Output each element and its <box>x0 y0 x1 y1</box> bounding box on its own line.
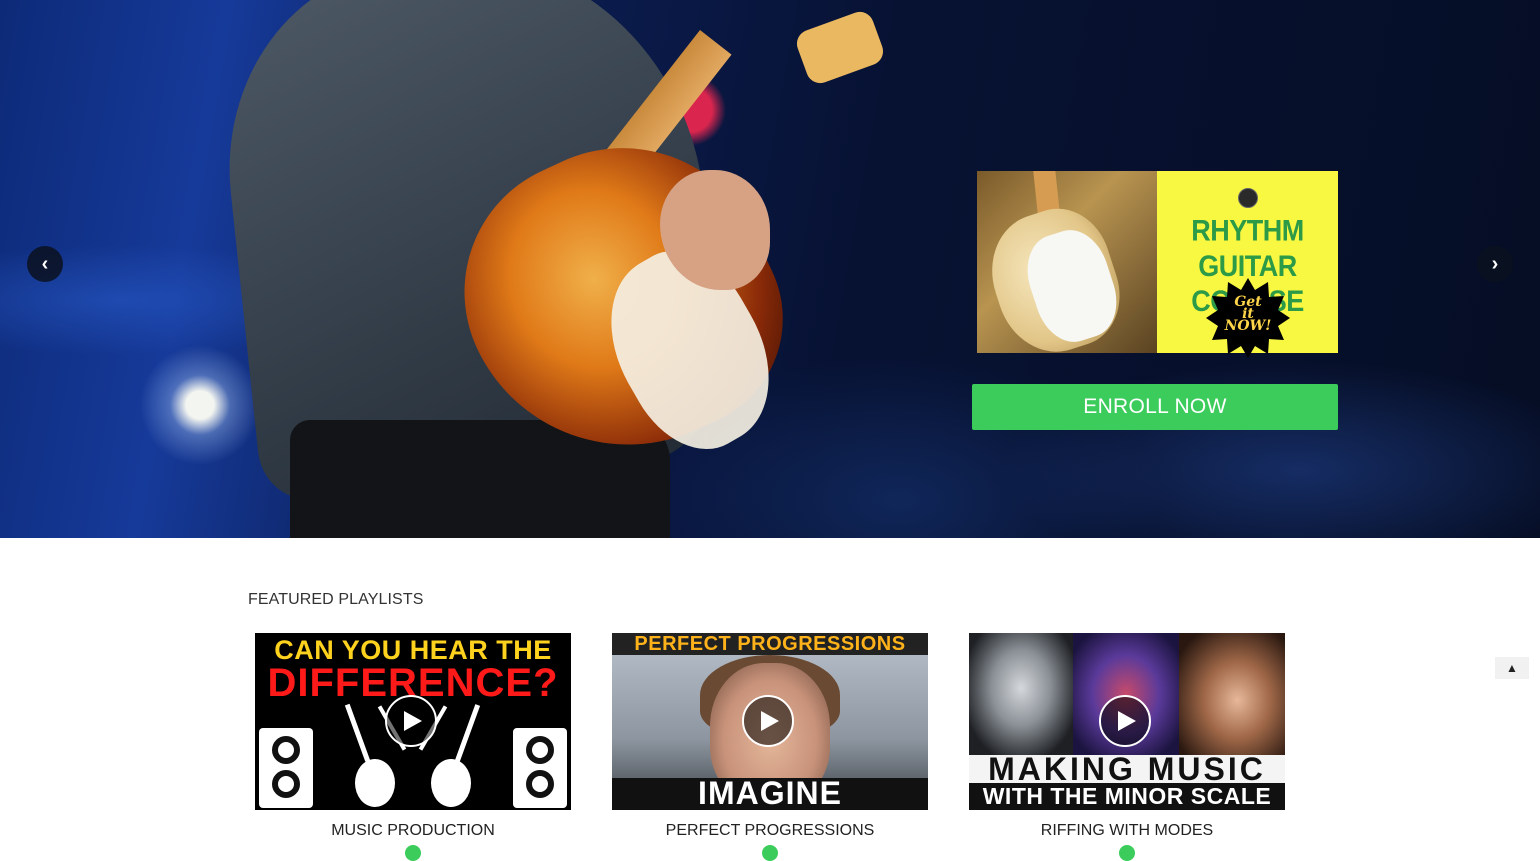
promo-logo <box>1238 188 1258 208</box>
playlist-thumbnail[interactable]: CAN YOU HEAR THE DIFFERENCE? <box>255 633 571 810</box>
scroll-to-top-button[interactable]: ▲ <box>1495 657 1529 679</box>
playlist-indicator-dot <box>1119 845 1135 861</box>
featured-playlists-heading: FEATURED PLAYLISTS <box>248 591 424 608</box>
playlist-title[interactable]: MUSIC PRODUCTION <box>255 822 571 840</box>
play-icon <box>761 711 779 731</box>
course-promo-banner[interactable]: RHYTHM GUITAR COURSE Get it NOW! <box>977 171 1338 358</box>
carousel-next-button[interactable]: › <box>1477 246 1513 282</box>
badge-text: Get it NOW! <box>1206 295 1290 334</box>
chevron-left-icon: ‹ <box>41 252 49 275</box>
thumb-panel-3 <box>1179 633 1285 755</box>
hero-carousel: ‹ › RHYTHM GUITAR COURSE Get it NOW <box>0 0 1540 538</box>
guitar-headstock <box>793 7 887 88</box>
playlist-card-perfect-progressions[interactable]: PERFECT PROGRESSIONS IMAGINE PERFECT PRO… <box>612 633 928 861</box>
play-button[interactable] <box>1099 695 1151 747</box>
play-button[interactable] <box>742 695 794 747</box>
thumb-text-line2: WITH THE MINOR SCALE <box>969 783 1285 810</box>
get-it-now-badge: Get it NOW! <box>1206 276 1290 360</box>
playlist-title[interactable]: PERFECT PROGRESSIONS <box>612 822 928 840</box>
promo-guitar-photo <box>977 171 1157 353</box>
badge-line3: NOW! <box>1224 318 1272 334</box>
playlist-indicator-dot <box>405 845 421 861</box>
thumb-panel-1 <box>969 633 1073 755</box>
play-icon <box>1118 711 1136 731</box>
enroll-now-button[interactable]: ENROLL NOW <box>972 384 1338 430</box>
playlist-card-riffing-with-modes[interactable]: MAKING MUSIC WITH THE MINOR SCALE RIFFIN… <box>969 633 1285 861</box>
carousel-prev-button[interactable]: ‹ <box>27 246 63 282</box>
playlist-thumbnail[interactable]: MAKING MUSIC WITH THE MINOR SCALE <box>969 633 1285 810</box>
play-icon <box>404 711 422 731</box>
play-button[interactable] <box>385 695 437 747</box>
thumb-text-line1: PERFECT PROGRESSIONS <box>634 633 906 655</box>
promo-title-line1: RHYTHM <box>1191 214 1304 248</box>
playlist-thumbnail[interactable]: PERFECT PROGRESSIONS IMAGINE <box>612 633 928 810</box>
arrow-up-icon: ▲ <box>1506 661 1518 675</box>
speaker-icon <box>513 728 567 808</box>
speaker-icon <box>259 728 313 808</box>
playlist-indicator-dot <box>762 845 778 861</box>
playlist-card-music-production[interactable]: CAN YOU HEAR THE DIFFERENCE? MUSIC PRODU… <box>255 633 571 861</box>
promo-text-panel: RHYTHM GUITAR COURSE Get it NOW! <box>1157 171 1338 358</box>
playlist-title[interactable]: RIFFING WITH MODES <box>969 822 1285 840</box>
thumb-text-line2: IMAGINE <box>698 775 842 810</box>
chevron-right-icon: › <box>1491 252 1499 275</box>
